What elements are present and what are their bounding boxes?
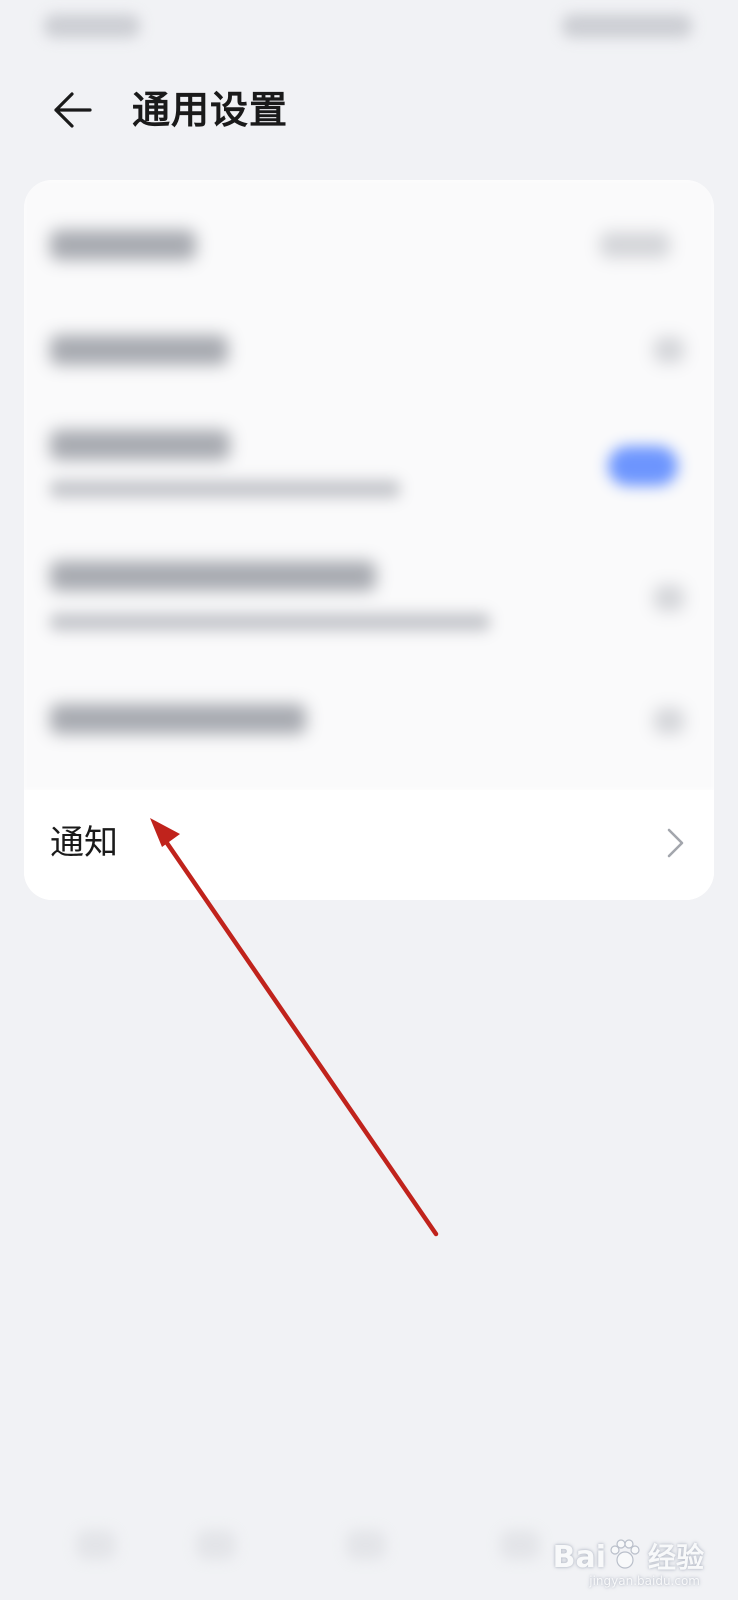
nav-item[interactable] [196,1530,236,1560]
list-item[interactable] [24,305,714,395]
list-item[interactable] [24,680,714,770]
blurred-settings-list [24,180,714,790]
back-button[interactable] [42,80,102,140]
nav-item[interactable] [346,1530,386,1560]
list-item[interactable] [24,200,714,290]
list-item[interactable] [24,545,714,665]
app-header: 通用设置 [0,70,738,150]
status-bar [0,0,738,60]
watermark-url: jingyan.baidu.com [589,1574,700,1588]
nav-item[interactable] [76,1530,116,1560]
paw-icon [610,1539,640,1569]
settings-card: 通知 [24,180,714,900]
page-title: 通用设置 [132,88,289,132]
status-time-blurred [44,14,140,38]
baidu-jingyan-watermark: Bai 经验 jingyan.baidu.com [552,1538,704,1588]
status-icons-blurred [562,14,692,38]
toggle-switch[interactable] [608,446,678,486]
watermark-brand-suffix: 经验 [647,1541,704,1574]
chevron-right-icon [667,828,684,858]
arrow-left-icon [54,92,92,128]
list-item[interactable] [24,410,714,530]
watermark-brand: Bai [552,1540,606,1575]
nav-item[interactable] [500,1530,540,1560]
notification-settings-item[interactable]: 通知 [24,790,714,900]
notification-label: 通知 [50,823,118,863]
